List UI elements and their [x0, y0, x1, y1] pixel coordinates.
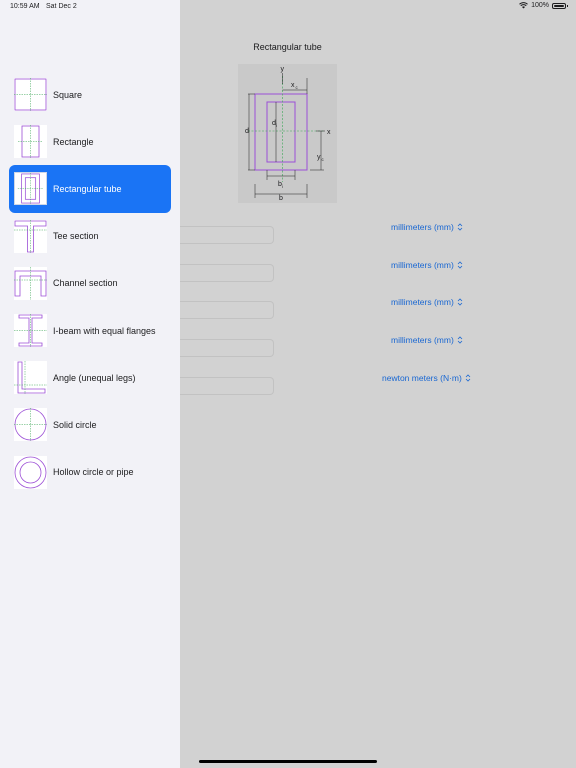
- chevron-up-down-icon: [465, 374, 471, 382]
- unit-label: millimeters (mm): [391, 260, 454, 270]
- xc-label: x: [291, 82, 295, 89]
- rectangle-section-icon: [18, 125, 43, 159]
- solid-circle-icon: [14, 408, 47, 442]
- sidebar-item-label: Square: [53, 89, 83, 100]
- sidebar-item-square[interactable]: Square: [9, 71, 171, 118]
- sidebar-item-label: Angle (unequal legs): [53, 372, 136, 383]
- status-indicators: 100%: [519, 2, 568, 9]
- rectangular-tube-icon: [17, 173, 44, 205]
- sidebar-item-hollow-circle[interactable]: Hollow circle or pipe: [9, 449, 171, 496]
- thumbnail: [14, 266, 47, 300]
- battery-percent: 100%: [531, 2, 549, 9]
- sidebar-item-i-beam[interactable]: I-beam with equal flanges: [9, 307, 171, 354]
- dimension-input-1[interactable]: [180, 226, 274, 244]
- xc-subscript: c: [296, 85, 299, 90]
- square-section-icon: [14, 78, 47, 112]
- d-label: d: [245, 128, 249, 135]
- section-diagram: y x x c y c d d i b i b: [238, 64, 337, 203]
- chevron-up-down-icon: [457, 261, 463, 269]
- hollow-circle-icon: [14, 456, 47, 488]
- sidebar-item-label: Hollow circle or pipe: [53, 467, 134, 478]
- sidebar-item-tee-section[interactable]: Tee section: [9, 213, 171, 260]
- chevron-up-down-icon: [457, 223, 463, 231]
- unit-label: millimeters (mm): [391, 335, 454, 345]
- thumbnail: [14, 172, 47, 206]
- chevron-up-down-icon: [457, 298, 463, 306]
- status-time: 10:59 AM: [10, 3, 40, 10]
- sidebar-item-label: Rectangle: [53, 136, 94, 147]
- wifi-icon: [519, 2, 528, 9]
- dimension-input-3[interactable]: [180, 301, 274, 319]
- battery-icon: [552, 2, 568, 9]
- status-date: Sat Dec 2: [46, 3, 77, 10]
- bi-subscript: i: [282, 184, 283, 189]
- unit-selector-4[interactable]: millimeters (mm): [391, 335, 463, 345]
- home-indicator[interactable]: [199, 760, 377, 763]
- thumbnail: [14, 455, 47, 489]
- thumbnail: [14, 408, 47, 442]
- sidebar-item-channel-section[interactable]: Channel section: [9, 260, 171, 307]
- sidebar-item-label: Rectangular tube: [53, 183, 122, 194]
- di-subscript: i: [276, 123, 277, 128]
- unit-selector-3[interactable]: millimeters (mm): [391, 297, 463, 307]
- yc-label: y: [317, 154, 321, 161]
- section-list: Square Rectangle Rectangular tube Tee se…: [0, 71, 180, 496]
- sidebar-item-angle[interactable]: Angle (unequal legs): [9, 354, 171, 401]
- unit-label: millimeters (mm): [391, 222, 454, 232]
- rectangular-tube-diagram: y x x c y c d d i b i b: [245, 66, 331, 202]
- moment-input[interactable]: [180, 377, 274, 395]
- sidebar-item-label: I-beam with equal flanges: [53, 325, 156, 336]
- sidebar-item-label: Solid circle: [53, 419, 97, 430]
- unit-label: millimeters (mm): [391, 297, 454, 307]
- angle-section-icon: [14, 361, 47, 395]
- sidebar-item-label: Channel section: [53, 278, 118, 289]
- unit-selector-2[interactable]: millimeters (mm): [391, 260, 463, 270]
- thumbnail: [14, 314, 47, 348]
- page-title: Rectangular tube: [253, 42, 322, 52]
- sidebar-item-rectangular-tube[interactable]: Rectangular tube: [9, 165, 171, 213]
- unit-selector-1[interactable]: millimeters (mm): [391, 222, 463, 232]
- x-axis-label: x: [327, 129, 331, 136]
- sidebar-item-solid-circle[interactable]: Solid circle: [9, 401, 171, 448]
- i-beam-icon: [14, 314, 47, 348]
- dimension-input-2[interactable]: [180, 264, 274, 282]
- sidebar: Square Rectangle Rectangular tube Tee se…: [0, 0, 180, 768]
- yc-subscript: c: [322, 157, 325, 162]
- y-axis-label: y: [281, 66, 285, 73]
- thumbnail: [14, 125, 47, 159]
- unit-selector-5[interactable]: newton meters (N·m): [382, 373, 471, 383]
- chevron-up-down-icon: [457, 336, 463, 344]
- thumbnail: [14, 78, 47, 112]
- sidebar-item-rectangle[interactable]: Rectangle: [9, 118, 171, 165]
- unit-label: newton meters (N·m): [382, 373, 462, 383]
- thumbnail: [14, 361, 47, 395]
- dimension-input-4[interactable]: [180, 339, 274, 357]
- thumbnail: [14, 219, 47, 253]
- status-bar: 10:59 AM Sat Dec 2 100%: [0, 0, 576, 16]
- sidebar-item-label: Tee section: [53, 231, 99, 242]
- b-label: b: [279, 195, 283, 202]
- tee-section-icon: [14, 219, 47, 253]
- channel-section-icon: [14, 266, 47, 300]
